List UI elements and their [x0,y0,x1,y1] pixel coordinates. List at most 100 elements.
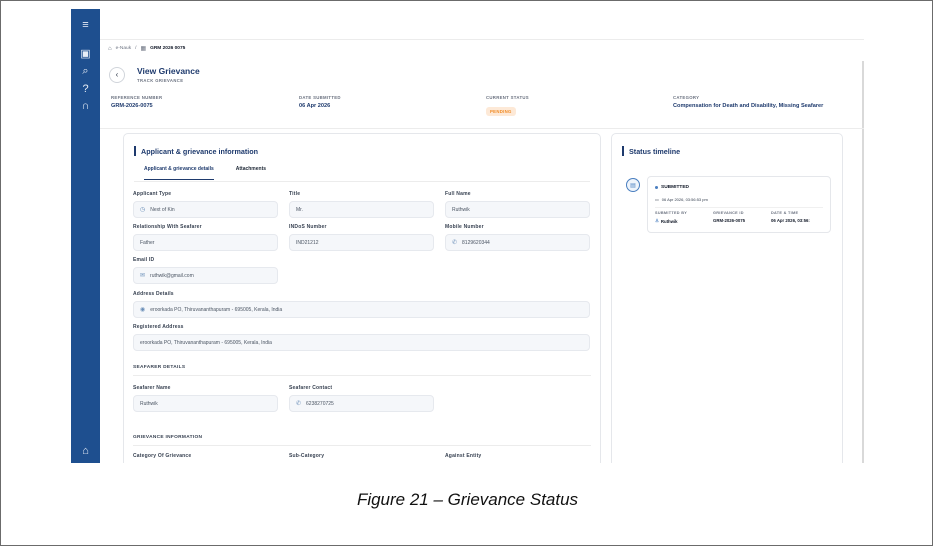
sidebar: ≡ ▣ ⌕ ? ∩ ⌂ [71,9,100,463]
grievance-section-title: GRIEVANCE INFORMATION [133,435,203,440]
address-field: ◉ eroorkada PO, Thiruvananthapuram - 695… [133,301,590,318]
applicant-info-card: Applicant & grievance information Applic… [123,133,601,463]
applicant-type-label: Applicant Type [133,191,172,197]
title-value: Mr. [296,206,303,213]
status-badge: PENDING [486,107,516,116]
breadcrumb-home[interactable]: e-Nauk [116,46,131,51]
status-dot [655,186,658,189]
relationship-label: Relationship With Seafarer [133,224,202,230]
registered-address-value: eroorkada PO, Thiruvananthapuram - 69500… [140,339,272,346]
applicant-type-value: Next of Kin [150,206,175,213]
phone-icon: ✆ [296,401,302,407]
timeline-datetime: 06 Apr 2026, 03:56:53 pm [661,197,708,202]
timeline-heading: Status timeline [629,146,681,156]
date-submitted-label: DATE SUBMITTED [299,95,341,100]
page-subtitle: TRACK GRIEVANCE [137,78,184,83]
status-timeline-card: Status timeline ▤ SUBMITTED ▭ 06 Apr 202… [611,133,843,463]
title-field: Mr. [289,201,434,218]
breadcrumb-separator: / [135,46,137,51]
mobile-value: 8129620344 [462,239,490,246]
figure-caption: Figure 21 – Grievance Status [356,490,579,509]
breadcrumb: ⌂ e-Nauk / ▦ GRM 2026 0075 [108,45,186,53]
applicant-type-field: ◷ Next of Kin [133,201,278,218]
current-status-label: CURRENT STATUS [486,95,529,100]
full-name-label: Full Name [445,191,471,197]
grievance-id-value: GRM-2026-0075 [713,218,746,223]
menu-icon[interactable]: ≡ [78,17,93,32]
date-time-value: 06 Apr 2026, 03:56: [771,218,810,223]
address-value: eroorkada PO, Thiruvananthapuram - 69500… [150,306,283,313]
reference-value: GRM-2026-0075 [111,103,153,109]
tab-bar: Applicant & grievance details Attachment… [144,166,266,180]
clock-icon: ◷ [140,207,146,213]
tab-attachments[interactable]: Attachments [236,166,266,180]
phone-icon: ✆ [452,240,458,246]
registered-address-label: Registered Address [133,324,184,330]
headset-icon[interactable]: ∩ [78,98,93,113]
category-value: Compensation for Death and Disability, M… [673,103,824,109]
relationship-value: Father [140,239,155,246]
app-screenshot: ≡ ▣ ⌕ ? ∩ ⌂ ⌂ e-Nauk / ▦ GRM 2026 0075 ‹… [71,9,864,463]
email-value: ruthwik@gmail.com [150,272,194,279]
tab-applicant-details[interactable]: Applicant & grievance details [144,166,214,180]
timeline-divider [655,207,823,208]
seafarer-name-value: Ruthwik [140,400,158,407]
timeline-status: SUBMITTED [661,185,689,190]
full-name-field: Ruthwik [445,201,590,218]
seafarer-name-field: Ruthwik [133,395,278,412]
address-label: Address Details [133,291,174,297]
category-label: CATEGORY [673,95,700,100]
help-icon[interactable]: ? [78,81,93,96]
seafarer-name-label: Seafarer Name [133,385,171,391]
full-name-value: Ruthwik [452,206,470,213]
grievance-summary: REFERENCE NUMBER GRM-2026-0075 DATE SUBM… [109,95,844,125]
seafarer-contact-field: ✆ 6238270725 [289,395,434,412]
location-pin-icon: ◉ [140,307,146,313]
seafarer-section-title: SEAFARER DETAILS [133,365,186,370]
seafarer-contact-value: 6238270725 [306,400,334,407]
clipboard-icon[interactable]: ▣ [78,46,93,61]
search-icon[interactable]: ⌕ [78,64,93,79]
indos-label: INDoS Number [289,224,327,230]
person-icon: ♙ [655,218,659,223]
sub-category-label: Sub-Category [289,453,325,459]
home-icon[interactable]: ⌂ [78,443,93,458]
back-button[interactable]: ‹ [109,66,125,83]
mobile-field: ✆ 8129620344 [445,234,590,251]
submitted-by-label: SUBMITTED BY [655,211,688,215]
indos-field: IND21212 [289,234,434,251]
indos-value: IND21212 [296,239,319,246]
heading-accent [134,146,136,156]
seafarer-contact-label: Seafarer Contact [289,385,333,391]
relationship-field: Father [133,234,278,251]
timeline-entry: SUBMITTED ▭ 06 Apr 2026, 03:56:53 pm SUB… [647,176,831,233]
figure-frame: ≡ ▣ ⌕ ? ∩ ⌂ ⌂ e-Nauk / ▦ GRM 2026 0075 ‹… [0,0,933,546]
page-header: ‹ View Grievance TRACK GRIEVANCE [109,66,200,83]
against-entity-label: Against Entity [445,453,482,459]
page-title: View Grievance [137,66,200,76]
grievance-id-label: GRIEVANCE ID [713,211,744,215]
card-heading: Applicant & grievance information [141,146,259,156]
home-icon[interactable]: ⌂ [108,46,112,52]
reference-label: REFERENCE NUMBER [111,95,163,100]
tabs-divider [134,181,590,182]
heading-accent [622,146,624,156]
section-divider [133,445,591,446]
divider [100,128,864,129]
scroll-edge [862,61,864,463]
document-icon: ▤ [626,178,640,192]
submitted-by-value: Ruthwik [660,218,678,224]
calendar-icon: ▭ [655,197,659,202]
email-field: ✉ ruthwik@gmail.com [133,267,278,284]
breadcrumb-current: GRM 2026 0075 [150,46,186,51]
email-label: Email ID [133,257,155,263]
date-time-label: DATE & TIME [771,211,799,215]
date-submitted-value: 06 Apr 2026 [299,103,331,109]
registered-address-field: eroorkada PO, Thiruvananthapuram - 69500… [133,334,590,351]
section-divider [133,375,591,376]
grid-icon: ▦ [140,46,147,52]
title-label: Title [289,191,301,197]
grievance-category-label: Category Of Grievance [133,453,192,459]
top-bar [100,9,864,40]
mobile-label: Mobile Number [445,224,484,230]
